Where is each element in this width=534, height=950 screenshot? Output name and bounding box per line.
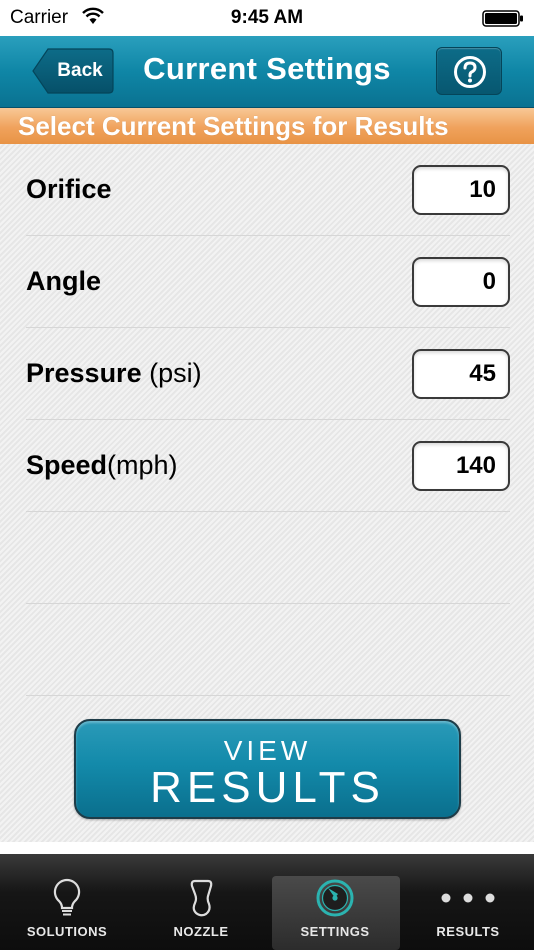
help-button[interactable] <box>436 47 502 95</box>
tab-results[interactable]: RESULTS <box>402 854 534 950</box>
battery-icon <box>482 10 524 27</box>
tab-bar: SOLUTIONS NOZZLE SETTINGS RESULTS <box>0 854 534 950</box>
view-results-button[interactable]: VIEW RESULTS <box>74 719 461 819</box>
tab-solutions[interactable]: SOLUTIONS <box>0 854 134 950</box>
empty-row <box>0 512 534 604</box>
orifice-field[interactable]: 10 <box>412 165 510 215</box>
view-results-line2: RESULTS <box>150 763 385 812</box>
setting-row-orifice: Orifice 10 <box>0 144 534 236</box>
setting-row-pressure: Pressure (psi) 45 <box>0 328 534 420</box>
pressure-field[interactable]: 45 <box>412 349 510 399</box>
tab-label: SOLUTIONS <box>26 924 108 939</box>
tab-label: RESULTS <box>436 924 500 939</box>
setting-label: Angle <box>26 266 102 296</box>
speed-field[interactable]: 140 <box>412 441 510 491</box>
setting-label: Pressure (psi) <box>26 358 202 388</box>
tab-nozzle[interactable]: NOZZLE <box>134 854 268 950</box>
nav-bar: Back Current Settings <box>0 36 534 108</box>
tab-settings[interactable]: SETTINGS <box>268 854 402 950</box>
setting-row-speed: Speed(mph) 140 <box>0 420 534 512</box>
row-divider <box>26 695 510 696</box>
setting-row-angle: Angle 0 <box>0 236 534 328</box>
tab-label: SETTINGS <box>300 924 370 939</box>
angle-field[interactable]: 0 <box>412 257 510 307</box>
status-time: 9:45 AM <box>230 7 304 28</box>
setting-label: Orifice <box>26 174 112 204</box>
empty-row <box>0 604 534 696</box>
status-bar: Carrier 9:45 AM <box>0 0 534 36</box>
section-banner: Select Current Settings for Results <box>0 108 534 144</box>
tab-bar-separator <box>0 842 534 854</box>
setting-label: Speed(mph) <box>26 450 178 480</box>
tab-label: NOZZLE <box>173 924 229 939</box>
